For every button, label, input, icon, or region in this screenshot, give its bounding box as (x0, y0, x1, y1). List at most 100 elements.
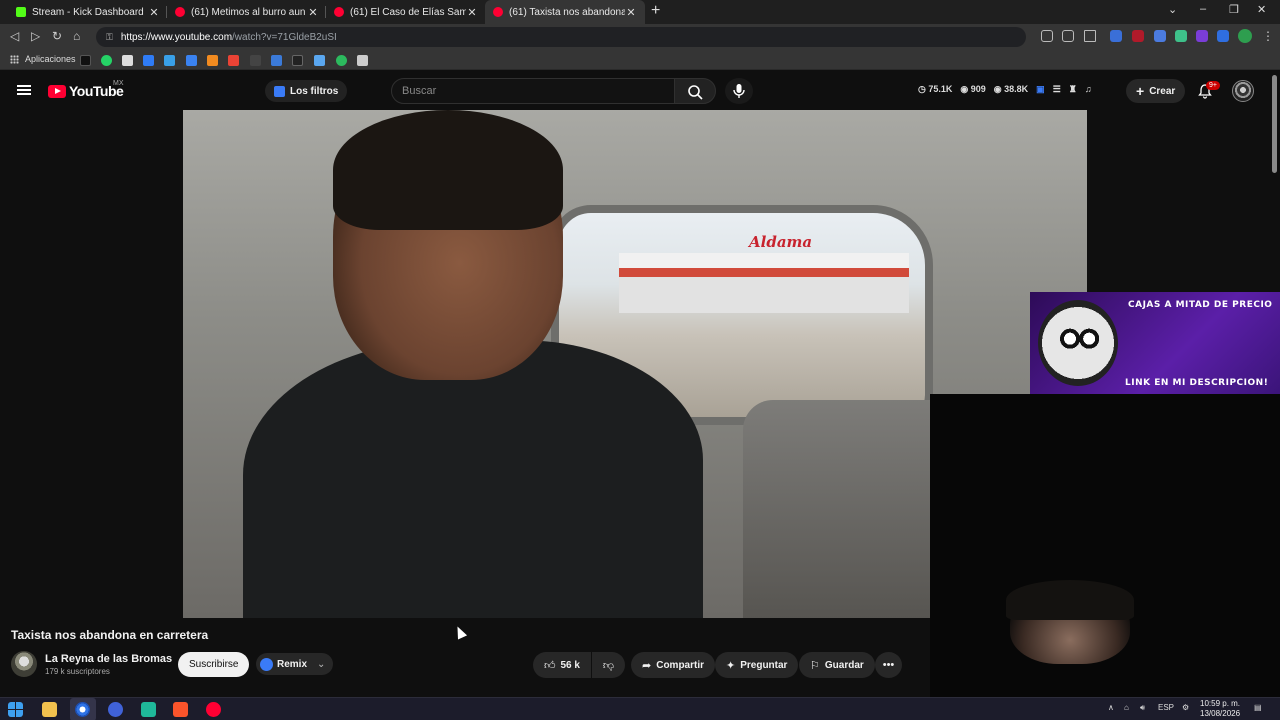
remix-button[interactable]: Remix ⌄ (256, 653, 334, 675)
account-avatar[interactable] (1232, 80, 1254, 102)
bookmark-icon[interactable] (143, 55, 154, 66)
whatsapp-icon[interactable] (101, 55, 112, 66)
minimize-icon[interactable]: – (1200, 3, 1206, 15)
install-icon[interactable] (1041, 30, 1053, 42)
list-icon[interactable]: ☰ (1053, 84, 1061, 95)
language-indicator[interactable]: ESP (1158, 703, 1174, 712)
bookmark-icon[interactable] (207, 55, 218, 66)
notification-center-icon[interactable]: ▤ (1254, 703, 1262, 712)
tab-label: (61) Taxista nos abandona e (509, 6, 625, 18)
youtube-icon (493, 7, 503, 17)
close-icon[interactable]: ✕ (625, 6, 637, 19)
profile-avatar[interactable] (1238, 29, 1252, 43)
home-icon[interactable]: ⌂ (73, 29, 80, 43)
thumbs-down-icon: 👎︎ (602, 659, 615, 672)
bookmark-icon[interactable] (292, 55, 303, 66)
bookmark-icon[interactable] (122, 55, 133, 66)
extension-icon[interactable] (1175, 30, 1187, 42)
youtube-icon (334, 7, 344, 17)
more-icon: ••• (882, 659, 895, 671)
filters-button[interactable]: Los filtros (265, 80, 348, 102)
chrome-icon[interactable] (75, 702, 90, 717)
app-icon[interactable] (108, 702, 123, 717)
bookmark-icon[interactable] (1084, 30, 1096, 42)
app-icon[interactable] (141, 702, 156, 717)
country-code: MX (113, 80, 124, 87)
create-button[interactable]: + Crear (1126, 79, 1186, 103)
search-button[interactable] (674, 78, 716, 104)
clock[interactable]: 10:59 p. m. 13/08/2026 (1200, 699, 1240, 719)
like-count: 56 k (560, 659, 580, 671)
close-icon[interactable]: ✕ (307, 6, 319, 19)
bookmark-icon[interactable] (314, 55, 325, 66)
like-button[interactable]: 👍︎ 56 k (533, 652, 591, 678)
address-bar[interactable]: ⚿ https://www.youtube.com/watch?v=71Glde… (96, 27, 1026, 47)
url-host: https://www.youtube.com (120, 31, 233, 43)
extension-stats: ◷ 75.1K ◉ 909 ◉ 38.8K ▣ ☰ ♜ ♫ (918, 84, 1092, 95)
bookmark-icon[interactable] (250, 55, 261, 66)
tray-expand-icon[interactable]: ∧ (1108, 703, 1114, 712)
chevron-down-icon[interactable]: ⌄ (317, 659, 325, 670)
tab-search-icon[interactable]: ⌄ (1168, 3, 1177, 16)
extension-icon[interactable]: ▣ (1036, 84, 1045, 95)
menu-icon[interactable]: ⋮ (1262, 29, 1274, 43)
apps-bookmark[interactable]: Aplicaciones (10, 54, 76, 64)
bookmark-icon[interactable] (357, 55, 368, 66)
bookmark-icon[interactable] (80, 55, 91, 66)
subscribe-label: Suscribirse (189, 659, 239, 670)
bookmark-icon[interactable] (271, 55, 282, 66)
back-icon[interactable]: ◁ (10, 29, 19, 43)
stat-eye-value: 38.8K (1004, 84, 1029, 94)
promo-title: CAJAS A MITAD DE PRECIO (1128, 300, 1273, 310)
puzzle-icon[interactable] (1154, 30, 1166, 42)
settings-icon[interactable]: ⚙ (1182, 703, 1189, 712)
network-icon[interactable]: ⌂ (1124, 703, 1129, 712)
extension-icon[interactable] (1132, 30, 1144, 42)
guide-menu-icon[interactable] (17, 85, 31, 95)
bookmark-icon[interactable] (186, 55, 197, 66)
tab-kick-dashboard[interactable]: Stream - Kick Dashboard ✕ (8, 0, 168, 24)
apps-label: Aplicaciones (25, 54, 76, 64)
close-icon[interactable]: ✕ (148, 6, 160, 19)
stat-views-value: 909 (970, 84, 986, 94)
bell-small-icon[interactable]: ♫ (1085, 84, 1092, 95)
bookmark-icon[interactable] (336, 55, 347, 66)
tab-youtube-burro[interactable]: (61) Metimos al burro aun ataúd ✕ (167, 0, 327, 24)
site-info-icon[interactable]: ⚿ (106, 32, 113, 43)
tab-youtube-taxista[interactable]: (61) Taxista nos abandona e ✕ (485, 0, 645, 24)
dislike-button[interactable]: 👎︎ (592, 652, 625, 678)
driver-hair (333, 110, 563, 230)
subscribe-button[interactable]: Suscribirse (178, 652, 250, 677)
reload-icon[interactable]: ↻ (52, 29, 62, 43)
channel-name[interactable]: La Reyna de las Bromas (45, 653, 172, 665)
page-scrollbar[interactable] (1272, 75, 1277, 173)
voice-search-button[interactable] (725, 78, 753, 104)
channel-avatar[interactable] (11, 651, 37, 677)
extension-icon[interactable] (1196, 30, 1208, 42)
search-input[interactable]: Buscar (391, 78, 675, 104)
windows-start-icon[interactable] (8, 702, 23, 717)
volume-icon[interactable]: 🔊︎ (1140, 703, 1145, 713)
stat-watch-time: ◷ 75.1K (918, 84, 953, 94)
restore-icon[interactable]: ❐ (1229, 3, 1239, 16)
brave-icon[interactable] (173, 702, 188, 717)
new-tab-button[interactable]: + (651, 2, 660, 20)
more-actions-button[interactable]: ••• (875, 652, 902, 678)
youtube-app-icon[interactable] (206, 702, 221, 717)
side-panel-icon[interactable] (1217, 30, 1229, 42)
file-explorer-icon[interactable] (42, 702, 57, 717)
forward-icon[interactable]: ▷ (31, 29, 40, 43)
extension-icon[interactable] (1110, 30, 1122, 42)
share-icon[interactable] (1062, 30, 1074, 42)
save-button[interactable]: ⚐ Guardar (799, 652, 875, 678)
mascot-image (1038, 300, 1118, 386)
award-icon[interactable]: ♜ (1069, 84, 1077, 95)
ask-button[interactable]: ✦ Preguntar (715, 652, 799, 678)
tab-youtube-elias[interactable]: (61) El Caso de Elías Samael que ✕ (326, 0, 486, 24)
close-icon[interactable]: ✕ (466, 6, 478, 19)
tab-label: (61) El Caso de Elías Samael que (350, 6, 466, 18)
gmail-icon[interactable] (228, 55, 239, 66)
share-button[interactable]: ➦ Compartir (631, 652, 716, 678)
window-close-icon[interactable]: ✕ (1257, 3, 1266, 16)
bookmark-icon[interactable] (164, 55, 175, 66)
